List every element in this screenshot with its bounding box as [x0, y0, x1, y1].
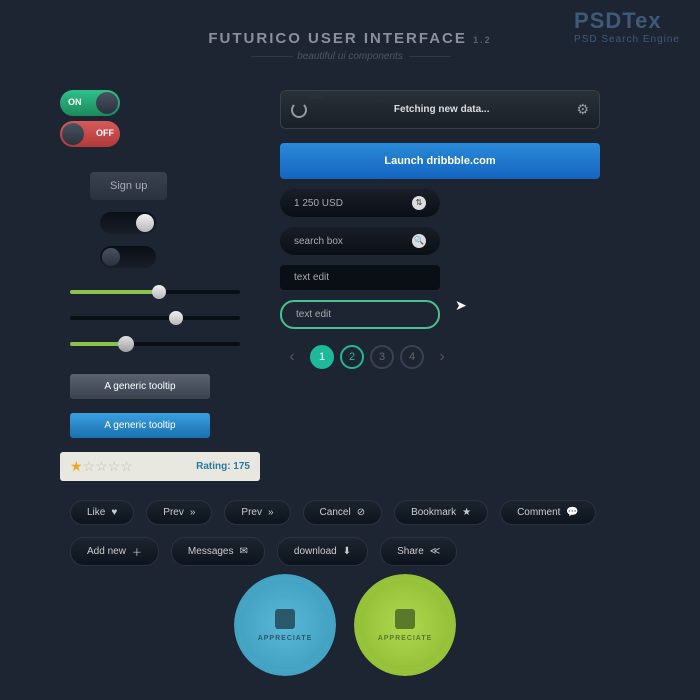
like-button[interactable]: Like♥: [70, 500, 134, 525]
tooltip-blue: A generic tooltip: [70, 413, 210, 438]
text-edit-1[interactable]: text edit: [280, 265, 440, 290]
page-next[interactable]: ›: [430, 345, 454, 369]
brand-logo: PSDTexPSD Search Engine: [574, 8, 680, 45]
gear-icon[interactable]: ⚙: [576, 101, 589, 118]
download-button[interactable]: download⬇: [277, 537, 368, 566]
search-icon: 🔍: [412, 234, 426, 248]
toggle-off[interactable]: OFF: [60, 121, 120, 147]
mail-icon: ✉: [240, 546, 248, 557]
heart-icon: ♥: [111, 507, 117, 518]
cancel-button[interactable]: Cancel⊘: [303, 500, 383, 525]
comment-button[interactable]: Comment💬: [500, 500, 596, 525]
thumb-icon: [275, 609, 295, 629]
addnew-button[interactable]: Add new＋: [70, 537, 159, 566]
page-prev[interactable]: ‹: [280, 345, 304, 369]
page-4[interactable]: 4: [400, 345, 424, 369]
comment-icon: 💬: [566, 507, 578, 518]
updown-icon: ⇅: [412, 196, 426, 210]
status-panel: Fetching new data... ⚙: [280, 90, 600, 129]
slider-1[interactable]: [70, 290, 240, 294]
star-icon: ★: [70, 458, 83, 475]
star-icon: ★: [462, 507, 471, 518]
slider-3[interactable]: [70, 342, 240, 346]
refresh-icon[interactable]: [291, 102, 307, 118]
prev2-button[interactable]: Prev»: [224, 500, 290, 525]
slider-2[interactable]: [70, 316, 240, 320]
share-button[interactable]: Share≪: [380, 537, 457, 566]
appreciate-badge-green[interactable]: APPRECIATE: [360, 580, 450, 670]
appreciate-badge-blue[interactable]: APPRECIATE: [240, 580, 330, 670]
page-1[interactable]: 1: [310, 345, 334, 369]
messages-button[interactable]: Messages✉: [171, 537, 265, 566]
plus-icon: ＋: [132, 544, 142, 559]
tooltip-grey: A generic tooltip: [70, 374, 210, 399]
text-edit-2[interactable]: text edit: [280, 300, 440, 329]
page-subtitle: beautiful ui components: [0, 51, 700, 62]
launch-button[interactable]: Launch dribbble.com: [280, 143, 600, 179]
switch-2[interactable]: [100, 246, 156, 268]
prev-button[interactable]: Prev»: [146, 500, 212, 525]
cancel-icon: ⊘: [357, 507, 365, 518]
toggle-on[interactable]: ON: [60, 90, 120, 116]
bookmark-button[interactable]: Bookmark★: [394, 500, 488, 525]
page-2[interactable]: 2: [340, 345, 364, 369]
share-icon: ≪: [430, 546, 440, 557]
chevrons-icon: »: [268, 507, 274, 518]
rating-box: ★☆☆☆☆ Rating: 175: [60, 452, 260, 481]
search-input[interactable]: search box🔍: [280, 227, 440, 255]
pagination: ‹ 1 2 3 4 ›: [280, 345, 660, 369]
thumb-icon: [395, 609, 415, 629]
switch-1[interactable]: [100, 212, 156, 234]
cursor-icon: ➤: [455, 297, 467, 314]
amount-select[interactable]: 1 250 USD⇅: [280, 189, 440, 217]
download-icon: ⬇: [343, 546, 351, 557]
page-3[interactable]: 3: [370, 345, 394, 369]
chevrons-icon: »: [190, 507, 196, 518]
signup-button[interactable]: Sign up: [90, 172, 167, 200]
